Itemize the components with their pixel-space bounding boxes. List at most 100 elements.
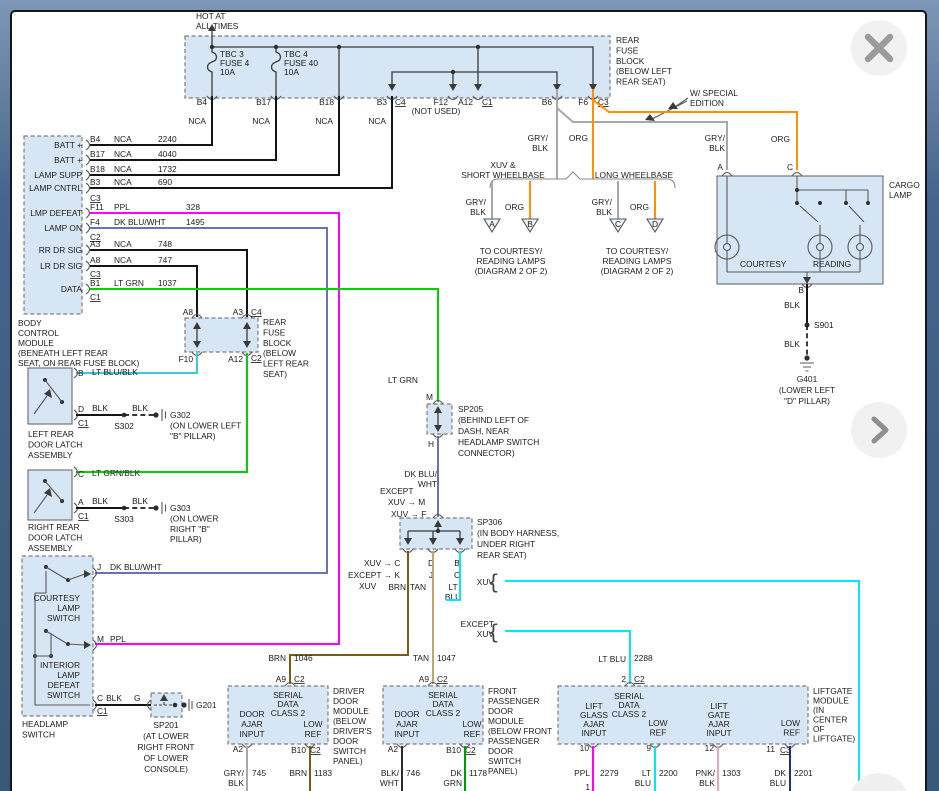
driver-door-module-name: DRIVER DOOR MODULE (BELOW DRIVER'S DOOR SWITCH… <box>333 686 372 766</box>
bcm-pin-name: BATT + <box>54 140 82 150</box>
wire-lt-grn: LT GRN <box>388 375 418 385</box>
bcm-circuit: 690 <box>158 177 172 187</box>
circuit-2201: 2201 <box>794 768 813 778</box>
bcm-wire-color: DK BLU/WHT <box>114 217 166 227</box>
wire-nca-1: NCA <box>188 116 206 126</box>
bcm-circuit: 747 <box>158 255 172 265</box>
long-wheelbase-label: LONG WHEELBASE <box>595 170 674 180</box>
wire-blk: BLK <box>784 339 800 349</box>
triangle-c: C <box>615 219 621 229</box>
conn-c2: C2 <box>251 353 262 363</box>
circuit-1046: 1046 <box>294 653 313 663</box>
bcm-pin-name: LAMP CNTRL <box>29 183 82 193</box>
bcm-pin-id: B17 <box>90 149 105 159</box>
wire-org: ORG <box>771 134 790 144</box>
wire-blk: BLK <box>92 496 108 506</box>
wire-pnk-blk: PNK/BLK <box>695 768 715 788</box>
bcm-pin-id: B4 <box>90 134 101 144</box>
bcm-wire-color: NCA <box>114 239 132 249</box>
pin-g: G <box>134 693 141 703</box>
low-ref-label: LOW REF <box>462 719 481 739</box>
circuit-745: 745 <box>252 768 266 778</box>
bcm-pin-name: BATT + <box>54 155 82 165</box>
reading-bulb-label: READING <box>813 259 851 269</box>
diagram-viewer: HOT AT ALL TIMES TBC 3 FUSE 4 10A TBC 4 FUSE… <box>0 0 939 791</box>
wire-org: ORG <box>505 202 524 212</box>
wire-dk-blu: DK BLU <box>770 768 787 788</box>
bcm-conn-c1: C1 <box>90 292 101 302</box>
conn-c2: C2 <box>465 745 476 755</box>
bcm-circuit: 4040 <box>158 149 177 159</box>
ground-g201: G201 <box>196 700 217 710</box>
rear-fuse-block-name: REAR FUSE BLOCK (BELOW LEFT REAR SEAT) <box>616 35 672 87</box>
splice-s901: S901 <box>814 320 834 330</box>
conn-c1: C1 <box>482 97 493 107</box>
pin-a3: A3 <box>233 307 244 317</box>
cargo-lamp: GRY/BLK ORG A C CARGO LAMP COURTESY READI… <box>705 133 921 406</box>
pin-a: A <box>717 162 723 172</box>
pin-2: 2 <box>621 674 626 684</box>
wire-lt-blu-blk: LT BLU/BLK <box>92 367 138 377</box>
circuit-2288: 2288 <box>634 653 653 663</box>
brace-glyph: { <box>487 620 500 644</box>
module-feed-labels: BRN 1046 A9 C2 TAN 1047 A9 C2 LT BLU 228… <box>268 653 653 684</box>
courtesy-bulb-label: COURTESY <box>740 259 787 269</box>
ground-g401: G401 (LOWER LEFT "D" PILLAR) <box>779 374 835 406</box>
pin-a9: A9 <box>276 674 287 684</box>
wire-gry-blk: GRY/BLK <box>224 768 245 788</box>
bcm-pin-id: F4 <box>90 217 100 227</box>
pin-a2: A2 <box>233 744 244 754</box>
low-ref-label: LOW REF <box>781 718 800 738</box>
xuv-label: XUV <box>359 581 377 591</box>
to-courtesy-lamps-label: TO COURTESY/READING LAMPS (DIAGRAM 2 OF 2… <box>601 246 674 276</box>
left-rear-door-latch: B LT BLU/BLK D C1 BLK BLK S302 G302 (ON L… <box>27 367 241 460</box>
headlamp-switch-name: HEADLAMP SWITCH <box>22 719 68 739</box>
circuit-1183: 1183 <box>314 768 332 778</box>
xuv-short-wheelbase-label: XUV & SHORT WHEELBASE <box>461 160 545 180</box>
close-button[interactable] <box>851 20 907 76</box>
circuit-2200: 2200 <box>659 768 678 778</box>
wire-blk-wht: BLK/WHT <box>380 768 400 788</box>
circuit-1178: 1178 <box>469 768 487 778</box>
bcm-pin-name: LAMP SUPP <box>34 170 82 180</box>
bcm-pin-id: A8 <box>90 255 101 265</box>
chevron-right-icon <box>871 416 889 444</box>
pin-b3: B3 <box>377 97 388 107</box>
wire-nca-3: NCA <box>315 116 333 126</box>
pin-m: M <box>97 634 104 644</box>
not-used-label: (NOT USED) <box>412 106 461 116</box>
next-page-button[interactable] <box>851 402 907 458</box>
except-label: EXCEPT <box>380 486 414 496</box>
wire-lt-blu: LT BLU <box>598 654 626 664</box>
wire-nca-4: NCA <box>368 116 386 126</box>
rear-fuse-block: HOT AT ALL TIMES TBC 3 FUSE 4 10A TBC 4 FUSE… <box>184 12 738 126</box>
wire-blk: BLK <box>106 693 122 703</box>
bcm-pin-name: DATA <box>61 284 83 294</box>
bcm-circuit: 1732 <box>158 164 177 174</box>
conn-c2: C2 <box>437 674 448 684</box>
bcm-circuit: 748 <box>158 239 172 249</box>
wire-blk: BLK <box>92 403 108 413</box>
front-passenger-module-name: FRONT PASSENGER DOOR MODULE (BELOW FRONT PASS… <box>488 686 552 776</box>
splice-sp205: LT GRN M H SP205 (BEHIND LEFT OF DASH, NEA… <box>380 375 539 519</box>
wiring-diagram-canvas: HOT AT ALL TIMES TBC 3 FUSE 4 10A TBC 4 FUSE… <box>18 12 921 791</box>
bcm-wire-color: NCA <box>114 255 132 265</box>
ground-g302: G302 (ON LOWER LEFT "B" PILLAR) <box>170 410 241 441</box>
conn-c2: C2 <box>294 674 305 684</box>
bcm-name: BODY CONTROL MODULE (BENEATH LEFT REAR SEAT,… <box>18 318 140 368</box>
wire-ppl: PPL <box>574 768 590 778</box>
conn-c1: C1 <box>97 706 108 716</box>
xuv-c-label: XUV → C <box>364 558 400 568</box>
low-ref-label: LOW REF <box>303 719 322 739</box>
wire-nca-2: NCA <box>252 116 270 126</box>
pin-b6: B6 <box>542 97 553 107</box>
driver-door-module: SERIAL DATA CLASS 2 DOOR AJAR INPUT LOW REF A… <box>224 681 372 791</box>
triangle-b: B <box>527 219 533 229</box>
sp205-label: SP205 (BEHIND LEFT OF DASH, NEAR HEADLAMP S… <box>458 404 539 458</box>
wire-dk-blu-wht: DK BLU/WHT <box>110 562 162 572</box>
bcm-wire-color: NCA <box>114 134 132 144</box>
splice-s303: S303 <box>114 514 134 524</box>
splice-s302: S302 <box>114 421 134 431</box>
bcm-pin-id: B3 <box>90 177 101 187</box>
splice-sp201-label: SP201 (AT LOWER RIGHT FRONT OF LOWER CONSOLE… <box>137 720 194 774</box>
